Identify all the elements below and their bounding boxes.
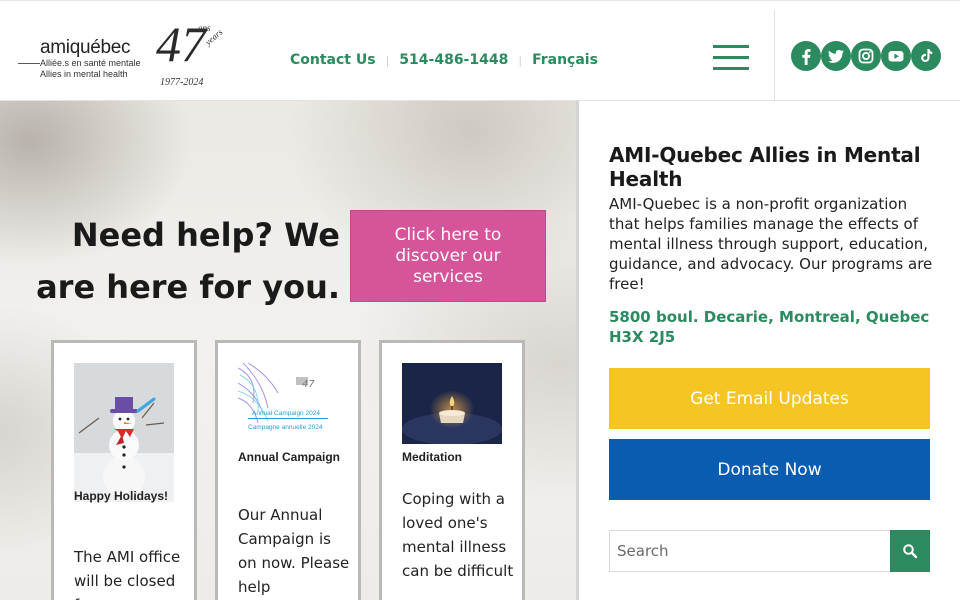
top-links: Contact Us | 514-486-1448 | Français xyxy=(290,52,598,68)
language-link[interactable]: Français xyxy=(532,52,598,68)
instagram-icon[interactable] xyxy=(851,41,881,71)
address-link[interactable]: 5800 boul. Decarie, Montreal, Quebec H3X… xyxy=(609,307,939,347)
link-separator: | xyxy=(385,53,390,67)
card-caption: Annual Campaign xyxy=(238,450,341,464)
search-icon xyxy=(903,544,918,559)
campaign-image: 47 Annual Campaign 2024 Campagne annuell… xyxy=(238,363,338,444)
site-logo[interactable]: amiquébec Alliée.s en santé mentale Alli… xyxy=(18,19,228,93)
site-header: amiquébec Alliée.s en santé mentale Alli… xyxy=(0,0,960,101)
discover-services-button[interactable]: Click here to discover our services xyxy=(350,210,546,302)
card-body: Coping with a loved one's mental illness… xyxy=(402,490,514,580)
phone-link[interactable]: 514-486-1448 xyxy=(399,52,508,68)
news-card-holidays[interactable]: Happy Holidays! The AMI office will be c… xyxy=(51,340,197,600)
news-card-campaign[interactable]: 47 Annual Campaign 2024 Campagne annuell… xyxy=(215,340,361,600)
sidebar-description: AMI-Quebec is a non-profit organization … xyxy=(609,195,933,293)
sidebar-title: AMI-Quebec Allies in Mental Health xyxy=(609,143,921,191)
card-caption: Happy Holidays! xyxy=(74,489,169,503)
campaign-thumb-text-fr: Campagne annuelle 2024 xyxy=(248,424,323,431)
youtube-icon[interactable] xyxy=(881,41,911,71)
logo-wordmark: amiquébec xyxy=(40,37,131,58)
hero-heading: Need help? We are here for you. xyxy=(36,216,340,306)
logo-tagline-fr: Alliée.s en santé mentale xyxy=(40,58,143,68)
svg-text:47: 47 xyxy=(302,379,315,390)
candle-image xyxy=(402,363,502,444)
sidebar: AMI-Quebec Allies in Mental Health AMI-Q… xyxy=(579,101,960,600)
social-links xyxy=(791,41,941,71)
facebook-icon[interactable] xyxy=(791,41,821,71)
email-updates-button[interactable]: Get Email Updates xyxy=(609,368,930,429)
search-button[interactable] xyxy=(890,530,930,572)
tiktok-icon[interactable] xyxy=(911,41,941,71)
hero-section: Need help? We are here for you. Click he… xyxy=(0,101,576,600)
search-input[interactable] xyxy=(609,530,891,572)
campaign-thumb-text-en: Annual Campaign 2024 xyxy=(252,410,320,417)
link-separator: | xyxy=(518,53,523,67)
donate-button[interactable]: Donate Now xyxy=(609,439,930,500)
logo-ans: ans xyxy=(198,23,211,33)
card-body: Our Annual Campaign is on now. Please he… xyxy=(238,506,350,596)
header-divider xyxy=(774,10,775,101)
contact-us-link[interactable]: Contact Us xyxy=(290,52,376,68)
twitter-icon[interactable] xyxy=(821,41,851,71)
card-body: The AMI office will be closed from xyxy=(74,548,181,600)
logo-years-range: 1977-2024 xyxy=(160,77,204,88)
news-card-meditation[interactable]: Meditation Coping with a loved one's men… xyxy=(379,340,525,600)
snowman-image xyxy=(74,363,174,502)
card-caption: Meditation xyxy=(402,450,462,464)
logo-tagline-en: Allies in mental health xyxy=(40,69,128,79)
hamburger-icon[interactable] xyxy=(713,45,749,71)
